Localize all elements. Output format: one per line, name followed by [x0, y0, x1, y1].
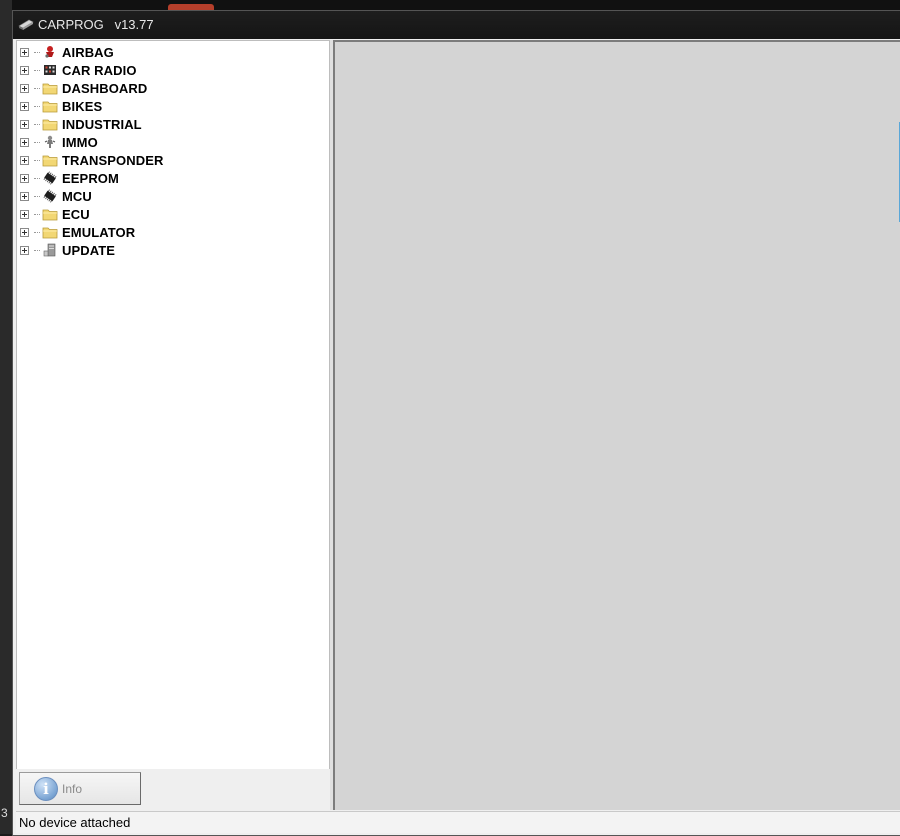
- category-tree-panel: AIRBAG CAR RADIO DASHBOARD BIKES INDUSTR…: [16, 40, 330, 770]
- app-icon: [18, 17, 34, 31]
- category-tree: AIRBAG CAR RADIO DASHBOARD BIKES INDUSTR…: [17, 41, 329, 259]
- title-bar[interactable]: CARPROG v13.77: [13, 11, 900, 39]
- status-text: No device attached: [19, 815, 131, 830]
- update-icon: [42, 243, 58, 257]
- expand-icon[interactable]: [20, 173, 29, 183]
- tree-item-label: BIKES: [62, 98, 103, 114]
- expand-icon[interactable]: [20, 83, 29, 93]
- expand-icon[interactable]: [20, 245, 29, 255]
- tree-item-label: MCU: [62, 188, 92, 204]
- tree-item-label: TRANSPONDER: [62, 152, 164, 168]
- tree-item-update[interactable]: UPDATE: [20, 241, 329, 259]
- tree-item-bikes[interactable]: BIKES: [20, 97, 329, 115]
- expand-icon[interactable]: [20, 137, 29, 147]
- expand-icon[interactable]: [20, 65, 29, 75]
- tree-item-label: DASHBOARD: [62, 80, 148, 96]
- expand-icon[interactable]: [20, 47, 29, 57]
- expand-icon[interactable]: [20, 155, 29, 165]
- chip-icon: [42, 171, 58, 185]
- tree-item-emulator[interactable]: EMULATOR: [20, 223, 329, 241]
- tree-item-immo[interactable]: IMMO: [20, 133, 329, 151]
- immo-icon: [42, 135, 58, 149]
- expand-icon[interactable]: [20, 119, 29, 129]
- tree-item-label: EEPROM: [62, 170, 119, 186]
- folder-icon: [42, 99, 58, 113]
- window-title: CARPROG v13.77: [38, 17, 154, 32]
- expand-icon[interactable]: [20, 191, 29, 201]
- content-panel: [333, 40, 900, 810]
- folder-icon: [42, 225, 58, 239]
- tree-item-car-radio[interactable]: CAR RADIO: [20, 61, 329, 79]
- expand-icon[interactable]: [20, 209, 29, 219]
- airbag-icon: [42, 45, 58, 59]
- tree-item-dashboard[interactable]: DASHBOARD: [20, 79, 329, 97]
- info-icon: i: [34, 776, 58, 801]
- folder-icon: [42, 81, 58, 95]
- tree-item-label: UPDATE: [62, 242, 116, 258]
- folder-icon: [42, 153, 58, 167]
- tree-item-ecu[interactable]: ECU: [20, 205, 329, 223]
- folder-icon: [42, 207, 58, 221]
- chip-icon: [42, 189, 58, 203]
- carprog-window: CARPROG v13.77 AIRBAG CAR RADIO DASHBOAR…: [12, 10, 900, 836]
- tree-item-airbag[interactable]: AIRBAG: [20, 43, 329, 61]
- expand-icon[interactable]: [20, 227, 29, 237]
- folder-icon: [42, 117, 58, 131]
- tree-item-label: IMMO: [62, 134, 98, 150]
- tree-item-mcu[interactable]: MCU: [20, 187, 329, 205]
- info-button-label: Info: [62, 781, 83, 796]
- tree-item-label: EMULATOR: [62, 224, 136, 240]
- tree-item-eeprom[interactable]: EEPROM: [20, 169, 329, 187]
- desktop-corner-text: 3: [1, 806, 8, 820]
- info-button[interactable]: i Info: [19, 772, 141, 805]
- tree-item-label: ECU: [62, 206, 90, 222]
- tree-item-label: AIRBAG: [62, 44, 114, 60]
- desktop-left-edge: [0, 0, 12, 834]
- tree-item-transponder[interactable]: TRANSPONDER: [20, 151, 329, 169]
- status-bar: No device attached: [16, 811, 900, 833]
- tree-item-label: CAR RADIO: [62, 62, 137, 78]
- tree-item-industrial[interactable]: INDUSTRIAL: [20, 115, 329, 133]
- car-radio-icon: [42, 63, 58, 77]
- tree-item-label: INDUSTRIAL: [62, 116, 142, 132]
- expand-icon[interactable]: [20, 101, 29, 111]
- button-area: i Info: [16, 769, 330, 809]
